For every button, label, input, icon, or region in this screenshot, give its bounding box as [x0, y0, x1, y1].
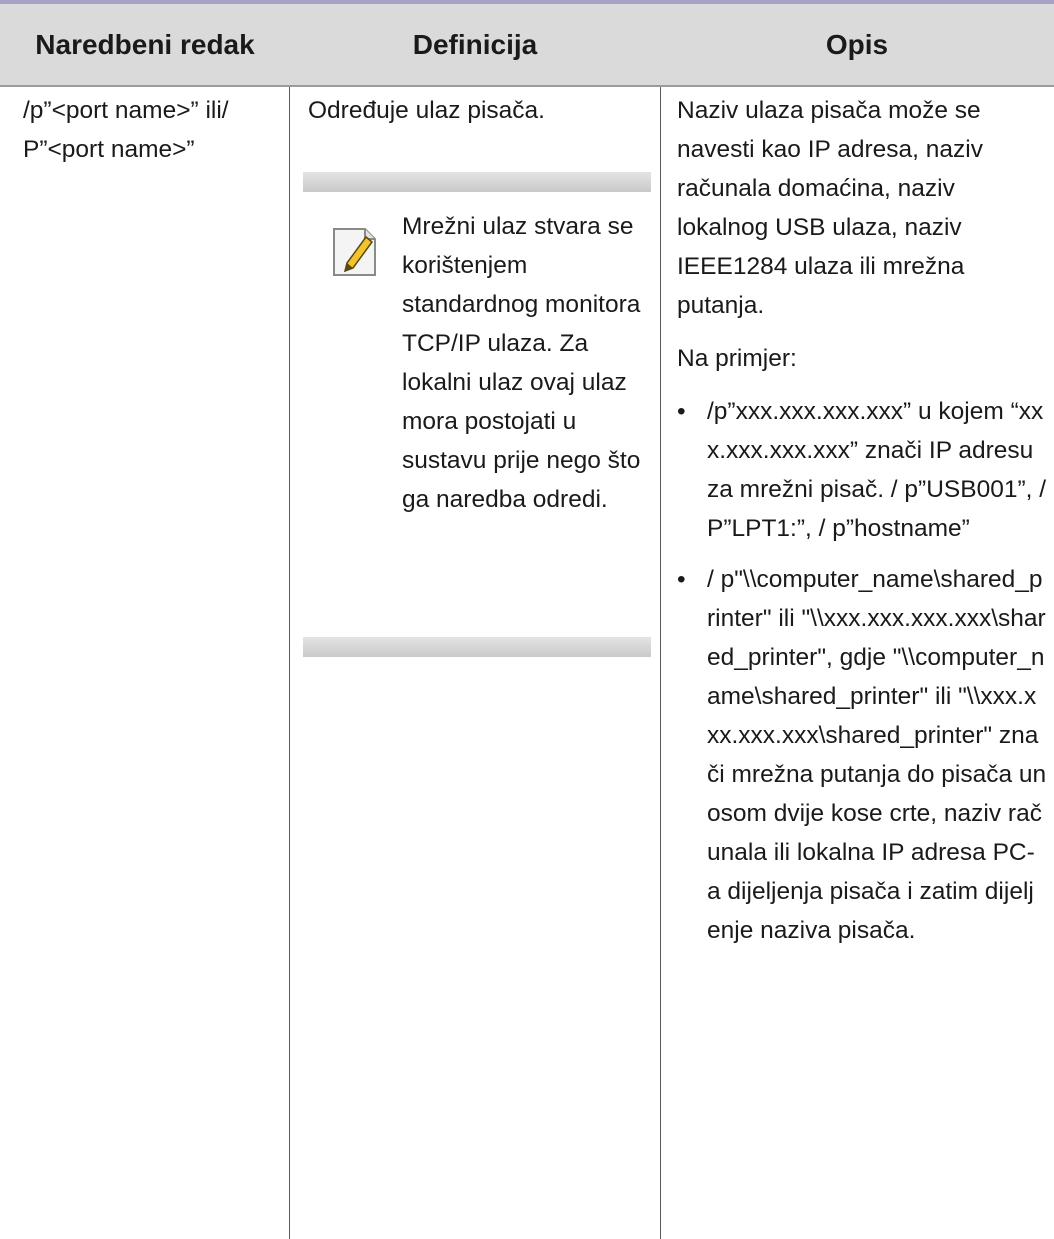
column-divider: [289, 87, 290, 1239]
table-header: Naredbeni redak Definicija Opis: [0, 4, 1054, 85]
definition-cell: Određuje ulaz pisača.: [308, 97, 545, 124]
column-divider: [660, 87, 661, 1239]
header-opis: Opis: [825, 28, 889, 60]
bullet-icon: •: [677, 566, 686, 593]
bullet-icon: •: [677, 398, 686, 425]
note-bottom-bar: [303, 637, 651, 657]
header-definicija: Definicija: [412, 28, 538, 60]
list-item: • / p"\\computer_name\shared_printer" ili…: [677, 560, 1047, 950]
note-pencil-icon: [333, 228, 376, 276]
list-item-text: / p"\\computer_name\shared_printer" ili …: [707, 566, 1047, 944]
command-table: Naredbeni redak Definicija Opis /p”<port…: [0, 0, 1054, 1239]
example-list: • /p”xxx.xxx.xxx.xxx” u kojem “xxx.xxx.xx…: [677, 392, 1047, 950]
description-text: Naziv ulaza pisača može se navesti kao I…: [677, 97, 983, 319]
note-text: Mrežni ulaz stvara se korištenjem standa…: [402, 213, 641, 513]
list-item-text: /p”xxx.xxx.xxx.xxx” u kojem “xxx.xxx.xxx…: [707, 398, 1047, 542]
note-top-bar: [303, 172, 651, 192]
command-cell: /p”<port name>” ili/ P”<port name>”: [23, 97, 229, 163]
description-cell: Naziv ulaza pisača može se navesti kao I…: [677, 77, 1047, 962]
example-label: Na primjer:: [677, 345, 797, 372]
header-naredbeni-redak: Naredbeni redak: [35, 28, 255, 60]
list-item: • /p”xxx.xxx.xxx.xxx” u kojem “xxx.xxx.xx…: [677, 392, 1047, 548]
